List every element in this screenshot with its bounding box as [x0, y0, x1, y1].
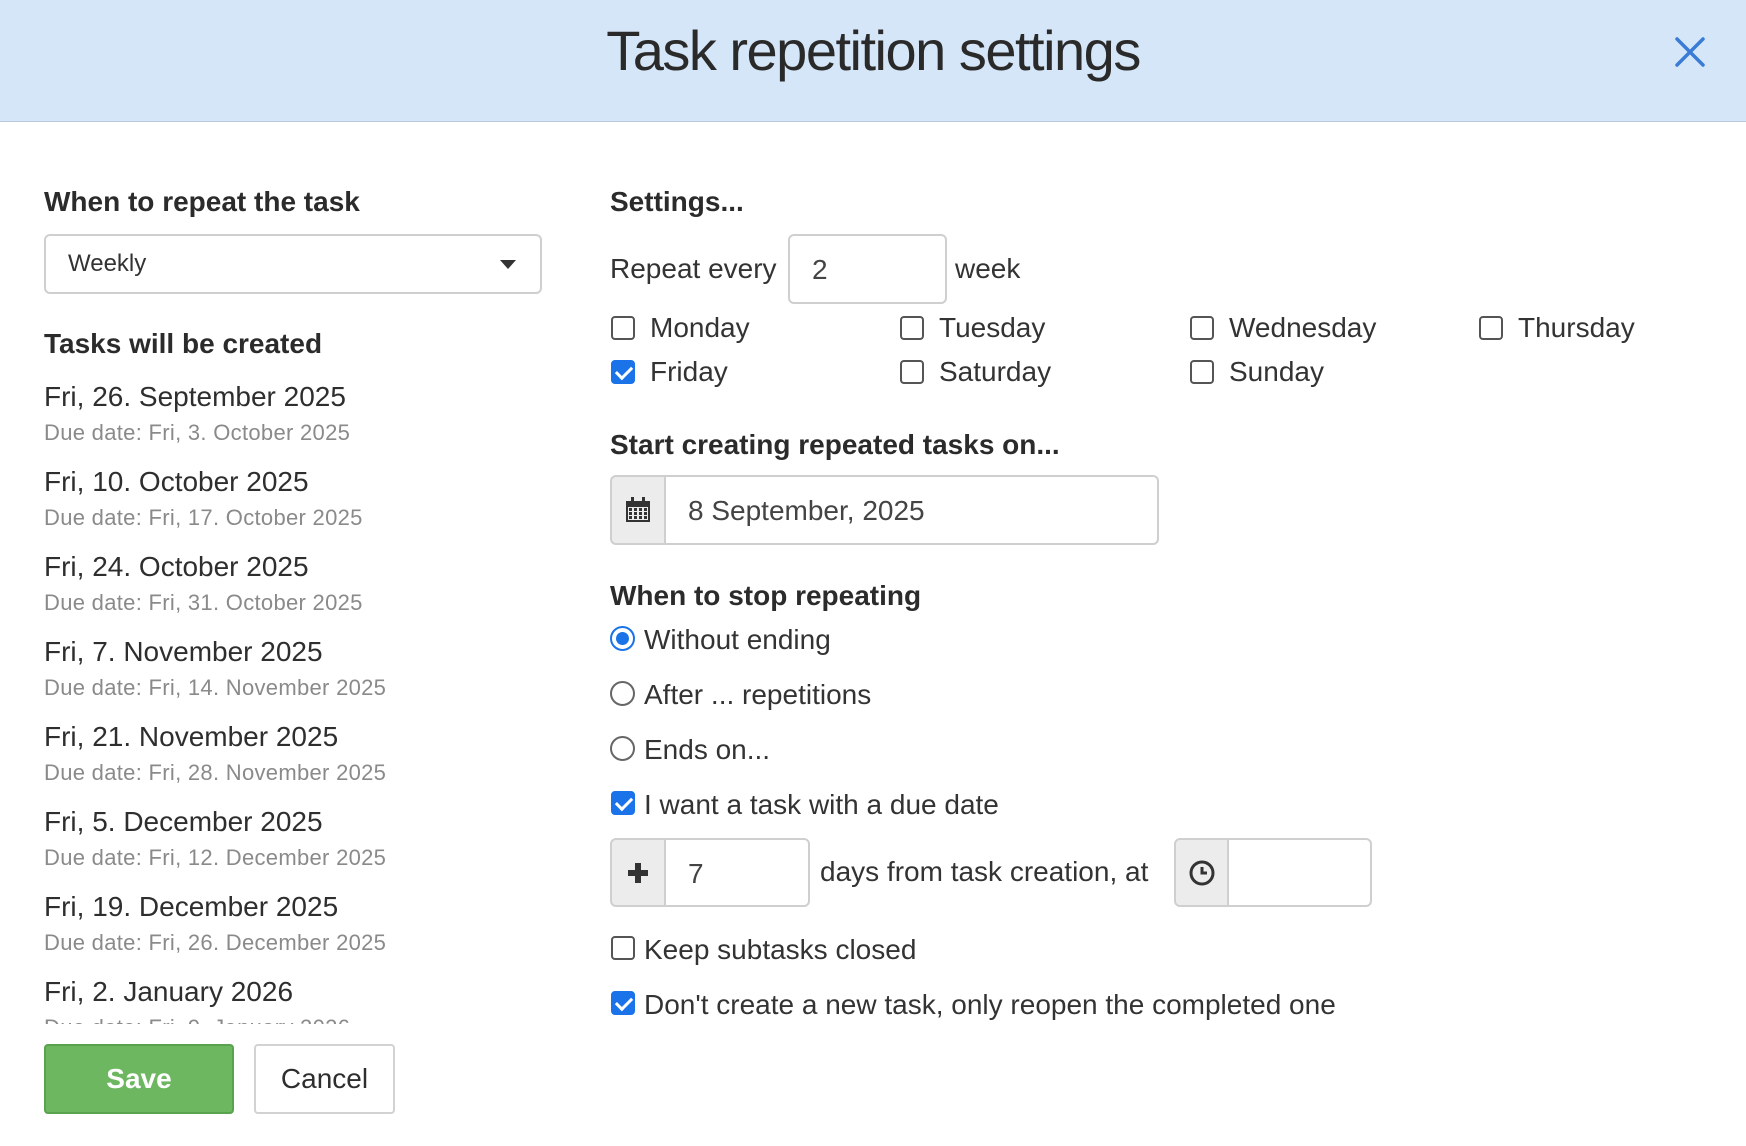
checkbox-saturday[interactable] — [900, 360, 924, 384]
checkbox-sunday[interactable] — [1190, 360, 1214, 384]
task-date: Fri, 26. September 2025 — [44, 381, 346, 412]
task-due-date: Due date: Fri, 3. October 2025 — [44, 420, 351, 445]
checkbox-monday[interactable] — [611, 316, 635, 340]
task-date: Fri, 21. November 2025 — [44, 721, 339, 752]
list-item: Fri, 24. October 2025 Due date: Fri, 31.… — [44, 548, 564, 633]
dialog-title: Task repetition settings — [606, 19, 1141, 82]
list-item: Fri, 10. October 2025 Due date: Fri, 17.… — [44, 463, 564, 548]
calendar-icon[interactable] — [610, 475, 666, 545]
stop-option-label: Ends on... — [644, 734, 771, 765]
stop-option-label: After ... repetitions — [644, 679, 872, 710]
task-due-date: Due date: Fri, 31. October 2025 — [44, 590, 363, 615]
day-label-wednesday: Wednesday — [1229, 312, 1377, 343]
list-item: Fri, 26. September 2025 Due date: Fri, 3… — [44, 378, 564, 463]
repeat-heading: When to repeat the task — [44, 186, 360, 217]
repeat-unit-label: week — [955, 253, 1021, 284]
checkbox-wednesday[interactable] — [1190, 316, 1214, 340]
dialog-header: Task repetition settings — [0, 0, 1746, 122]
task-date: Fri, 5. December 2025 — [44, 806, 323, 837]
close-icon[interactable] — [1666, 28, 1714, 76]
checkbox-friday[interactable] — [611, 360, 635, 384]
list-item: Fri, 19. December 2025 Due date: Fri, 26… — [44, 888, 564, 973]
list-item: Fri, 7. November 2025 Due date: Fri, 14.… — [44, 633, 564, 718]
stop-option-label: Without ending — [644, 624, 831, 655]
start-date-value: 8 September, 2025 — [688, 495, 925, 526]
created-tasks-list[interactable]: Fri, 26. September 2025 Due date: Fri, 3… — [44, 378, 564, 1024]
frequency-select[interactable]: Weekly — [44, 234, 542, 294]
day-label-thursday: Thursday — [1518, 312, 1635, 343]
checkbox-tuesday[interactable] — [900, 316, 924, 340]
task-due-date: Due date: Fri, 28. November 2025 — [44, 760, 387, 785]
keep-subtasks-label: Keep subtasks closed — [644, 934, 917, 965]
day-label-sunday: Sunday — [1229, 356, 1324, 387]
task-date: Fri, 19. December 2025 — [44, 891, 339, 922]
start-date-input[interactable]: 8 September, 2025 — [666, 475, 1159, 545]
settings-heading: Settings... — [610, 186, 744, 217]
repeat-every-label: Repeat every — [610, 253, 777, 284]
task-date: Fri, 10. October 2025 — [44, 466, 309, 497]
list-item: Fri, 2. January 2026 Due date: Fri, 9. J… — [44, 973, 564, 1024]
task-due-date: Due date: Fri, 9. January 2026 — [44, 1013, 564, 1024]
task-due-date: Due date: Fri, 17. October 2025 — [44, 505, 363, 530]
list-item: Fri, 21. November 2025 Due date: Fri, 28… — [44, 718, 564, 803]
list-item: Fri, 5. December 2025 Due date: Fri, 12.… — [44, 803, 564, 888]
due-date-label: I want a task with a due date — [644, 789, 999, 820]
checkbox-due-date[interactable] — [611, 791, 635, 815]
stop-heading: When to stop repeating — [610, 580, 922, 611]
caret-down-icon — [500, 260, 516, 269]
radio-ends-on[interactable] — [610, 736, 635, 761]
radio-without-ending[interactable] — [610, 626, 635, 651]
task-due-date: Due date: Fri, 14. November 2025 — [44, 675, 387, 700]
task-due-date: Due date: Fri, 26. December 2025 — [44, 930, 387, 955]
task-date: Fri, 7. November 2025 — [44, 636, 323, 667]
repeat-interval-input[interactable]: 2 — [788, 234, 947, 304]
task-date: Fri, 24. October 2025 — [44, 551, 309, 582]
day-label-saturday: Saturday — [939, 356, 1052, 387]
checkbox-keep-subtasks[interactable] — [611, 936, 635, 960]
day-label-friday: Friday — [650, 356, 728, 387]
due-offset-input[interactable]: 7 — [666, 838, 810, 907]
frequency-value: Weekly — [68, 250, 147, 277]
reopen-completed-label: Don't create a new task, only reopen the… — [644, 989, 1336, 1020]
checkbox-thursday[interactable] — [1479, 316, 1503, 340]
save-button[interactable]: Save — [44, 1044, 234, 1114]
plus-icon — [610, 838, 666, 907]
cancel-button[interactable]: Cancel — [254, 1044, 395, 1114]
repeat-interval-value: 2 — [812, 254, 828, 285]
clock-icon — [1174, 838, 1229, 907]
task-due-date: Due date: Fri, 12. December 2025 — [44, 845, 387, 870]
start-heading: Start creating repeated tasks on... — [610, 429, 1060, 460]
task-date: Fri, 2. January 2026 — [44, 976, 294, 1007]
checkbox-reopen-completed[interactable] — [611, 991, 635, 1015]
day-label-monday: Monday — [650, 312, 750, 343]
due-offset-label: days from task creation, at — [820, 856, 1149, 887]
due-time-input[interactable] — [1229, 838, 1372, 907]
due-offset-value: 7 — [688, 858, 704, 889]
radio-after-repetitions[interactable] — [610, 681, 635, 706]
tasks-heading: Tasks will be created — [44, 328, 323, 359]
day-label-tuesday: Tuesday — [939, 312, 1046, 343]
